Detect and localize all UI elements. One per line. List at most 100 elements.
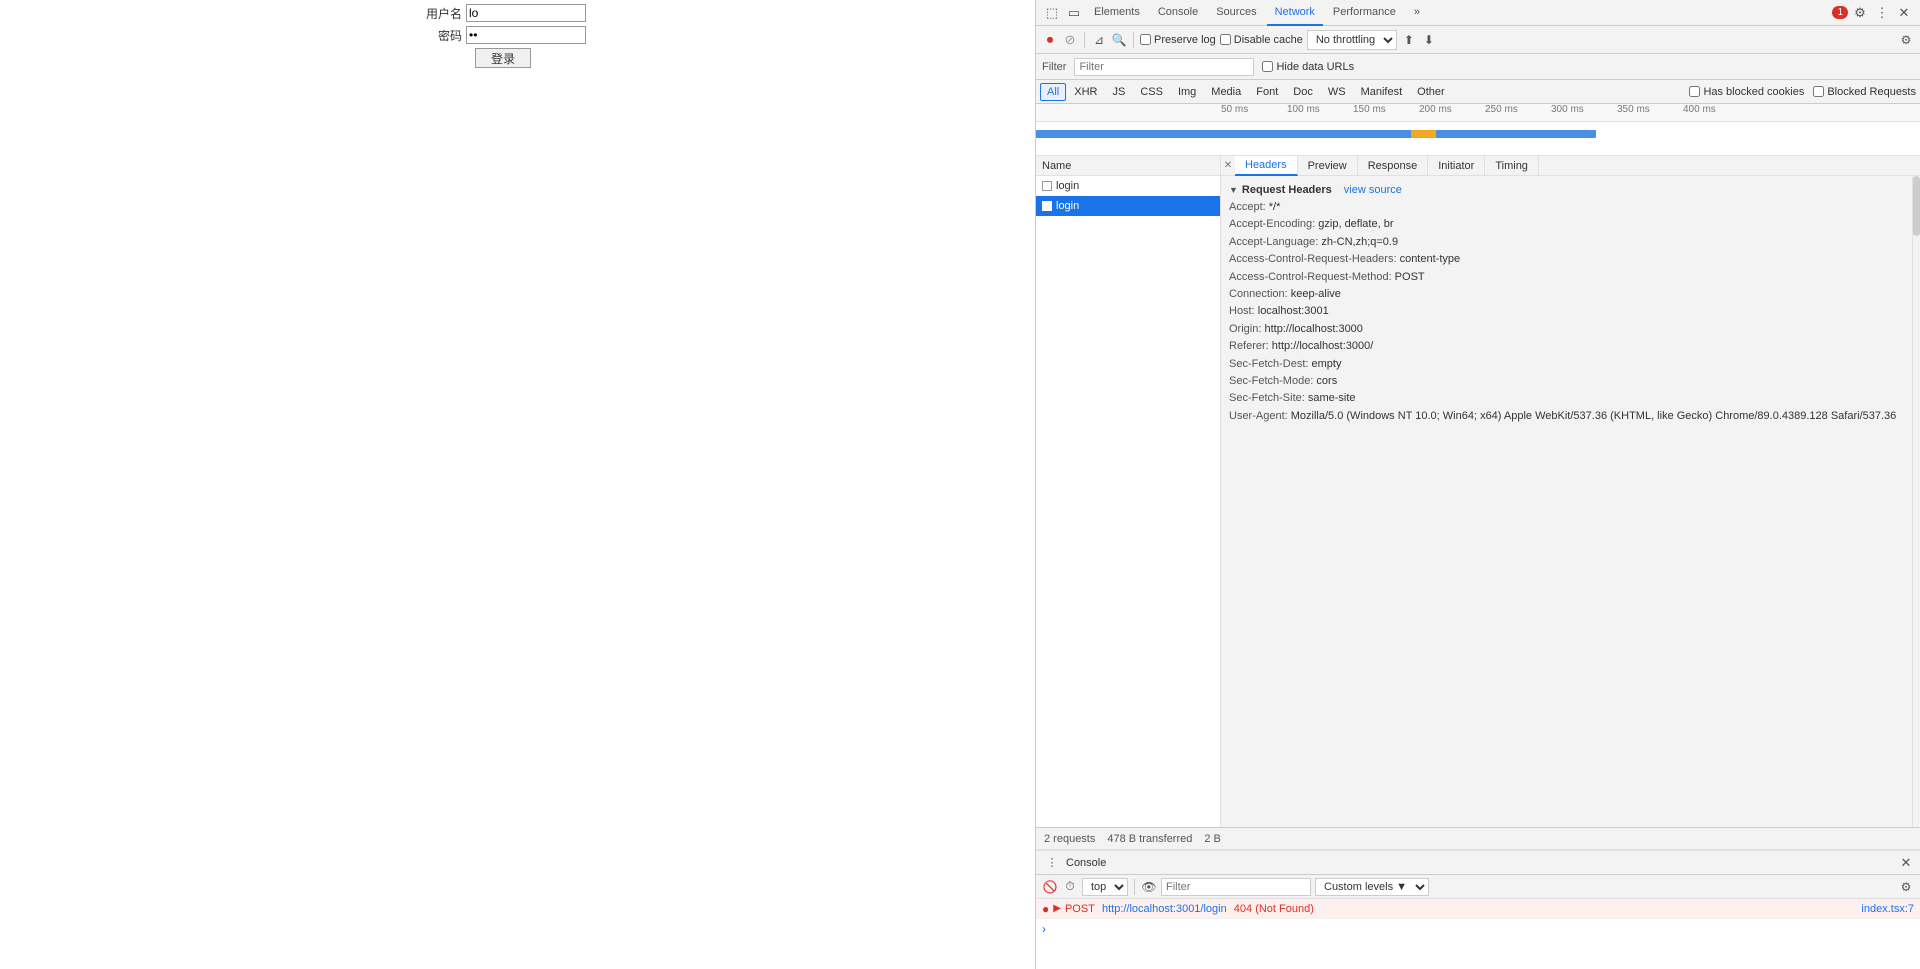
header-row-sec-fetch-mode: Sec-Fetch-Mode: cors	[1229, 374, 1904, 389]
console-source-file[interactable]: index.tsx:7	[1861, 903, 1914, 915]
preserve-log-checkbox[interactable]	[1140, 34, 1151, 45]
stop-recording-button[interactable]: ⊘	[1062, 32, 1078, 48]
type-btn-media[interactable]: Media	[1204, 83, 1248, 101]
request-name-1: login	[1056, 180, 1079, 192]
has-blocked-cookies-label[interactable]: Has blocked cookies	[1689, 86, 1804, 98]
tick-100ms: 100 ms	[1287, 104, 1320, 115]
login-form: 用户名 密码 登录	[420, 0, 586, 68]
console-title: Console	[1066, 857, 1894, 869]
console-status-text: 404 (Not Found)	[1231, 903, 1314, 915]
hide-data-urls-label[interactable]: Hide data URLs	[1262, 61, 1354, 73]
console-context-select[interactable]: top	[1082, 878, 1128, 896]
header-row-origin: Origin: http://localhost:3000	[1229, 322, 1904, 337]
tab-sources[interactable]: Sources	[1208, 0, 1264, 26]
type-btn-css[interactable]: CSS	[1133, 83, 1170, 101]
header-row-sec-fetch-dest: Sec-Fetch-Dest: empty	[1229, 357, 1904, 372]
console-preserve-log-icon[interactable]: ⏱	[1062, 879, 1078, 895]
name-list: login login	[1036, 176, 1220, 827]
devtools-tabbar: ⬚ ▭ Elements Console Sources Network Per…	[1036, 0, 1920, 26]
name-panel: Name login login	[1036, 156, 1221, 827]
headers-scrollbar-thumb[interactable]	[1913, 176, 1920, 236]
headers-tab-timing[interactable]: Timing	[1485, 156, 1539, 176]
console-method-label: POST	[1065, 903, 1098, 915]
login-button[interactable]: 登录	[475, 48, 531, 68]
console-row-expand-arrow[interactable]: ▶	[1053, 903, 1061, 914]
header-row-connection: Connection: keep-alive	[1229, 287, 1904, 302]
tick-350ms: 350 ms	[1617, 104, 1650, 115]
headers-tab-initiator[interactable]: Initiator	[1428, 156, 1485, 176]
has-blocked-cookies-checkbox[interactable]	[1689, 86, 1700, 97]
type-btn-doc[interactable]: Doc	[1286, 83, 1320, 101]
tab-elements[interactable]: Elements	[1086, 0, 1148, 26]
settings-icon[interactable]: ⚙	[1850, 3, 1870, 23]
record-button[interactable]: ⏺	[1042, 32, 1058, 48]
type-btn-img[interactable]: Img	[1171, 83, 1203, 101]
console-settings-icon[interactable]: ⚙	[1898, 879, 1914, 895]
network-settings-icon[interactable]: ⚙	[1898, 32, 1914, 48]
disable-cache-label[interactable]: Disable cache	[1220, 34, 1303, 46]
type-btn-font[interactable]: Font	[1249, 83, 1285, 101]
type-btn-xhr[interactable]: XHR	[1067, 83, 1104, 101]
login-btn-row: 登录	[420, 48, 586, 68]
devtools-panel: ⬚ ▭ Elements Console Sources Network Per…	[1035, 0, 1920, 969]
tab-performance[interactable]: Performance	[1325, 0, 1404, 26]
header-row-accept-encoding: Accept-Encoding: gzip, deflate, br	[1229, 217, 1904, 232]
header-row-acr-headers: Access-Control-Request-Headers: content-…	[1229, 252, 1904, 267]
inspect-icon[interactable]: ⬚	[1042, 3, 1062, 23]
console-clear-icon[interactable]: 🚫	[1042, 879, 1058, 895]
preserve-log-label[interactable]: Preserve log	[1140, 34, 1216, 46]
console-eye-icon[interactable]: 👁	[1141, 879, 1157, 895]
close-devtools-icon[interactable]: ✕	[1894, 3, 1914, 23]
type-btn-ws[interactable]: WS	[1321, 83, 1353, 101]
transferred-size: 478 B transferred	[1107, 833, 1192, 845]
section-triangle: ▼	[1229, 185, 1238, 195]
tick-400ms: 400 ms	[1683, 104, 1716, 115]
extra-size: 2 B	[1204, 833, 1221, 845]
request-item-login-2[interactable]: login	[1036, 196, 1220, 216]
header-row-accept: Accept: */*	[1229, 200, 1904, 215]
console-levels-select[interactable]: Custom levels ▼	[1315, 878, 1429, 896]
headers-tab-preview[interactable]: Preview	[1298, 156, 1358, 176]
console-request-url[interactable]: http://localhost:3001/login	[1102, 903, 1227, 915]
tab-console[interactable]: Console	[1150, 0, 1206, 26]
type-btn-all[interactable]: All	[1040, 83, 1066, 101]
view-source-link[interactable]: view source	[1344, 184, 1402, 196]
console-menu-icon[interactable]: ⋮	[1042, 853, 1062, 873]
search-icon[interactable]: 🔍	[1111, 32, 1127, 48]
console-filter-input[interactable]	[1161, 878, 1311, 896]
device-icon[interactable]: ▭	[1064, 3, 1084, 23]
headers-scrollbar[interactable]	[1912, 176, 1920, 827]
tick-200ms: 200 ms	[1419, 104, 1452, 115]
type-btn-manifest[interactable]: Manifest	[1354, 83, 1410, 101]
disable-cache-checkbox[interactable]	[1220, 34, 1231, 45]
headers-tab-headers[interactable]: Headers	[1235, 156, 1298, 176]
request-name-2: login	[1056, 200, 1079, 212]
hide-data-urls-checkbox[interactable]	[1262, 61, 1273, 72]
export-icon[interactable]: ⬇	[1421, 32, 1437, 48]
blocked-requests-checkbox[interactable]	[1813, 86, 1824, 97]
import-icon[interactable]: ⬆	[1401, 32, 1417, 48]
tab-more[interactable]: »	[1406, 0, 1428, 26]
filter-icon[interactable]: ⊿	[1091, 32, 1107, 48]
type-btn-other[interactable]: Other	[1410, 83, 1452, 101]
timeline-bar-main	[1036, 130, 1596, 138]
more-options-icon[interactable]: ⋮	[1872, 3, 1892, 23]
requests-count: 2 requests	[1044, 833, 1095, 845]
tab-network[interactable]: Network	[1267, 0, 1323, 26]
network-statusbar: 2 requests 478 B transferred 2 B	[1036, 827, 1920, 849]
header-row-acr-method: Access-Control-Request-Method: POST	[1229, 270, 1904, 285]
filter-input[interactable]	[1074, 58, 1254, 76]
console-divider	[1134, 879, 1135, 895]
toolbar-divider-2	[1133, 32, 1134, 48]
console-prompt-row: ›	[1036, 919, 1920, 939]
password-input[interactable]	[466, 26, 586, 44]
blocked-requests-label[interactable]: Blocked Requests	[1813, 86, 1916, 98]
request-item-login-1[interactable]: login	[1036, 176, 1220, 196]
password-label: 密码	[420, 27, 462, 44]
throttling-select[interactable]: No throttling	[1307, 30, 1397, 50]
console-close-button[interactable]: ✕	[1898, 855, 1914, 871]
headers-tab-response[interactable]: Response	[1358, 156, 1429, 176]
username-input[interactable]	[466, 4, 586, 22]
type-btn-js[interactable]: JS	[1105, 83, 1132, 101]
headers-panel-close[interactable]: ✕	[1221, 156, 1235, 176]
